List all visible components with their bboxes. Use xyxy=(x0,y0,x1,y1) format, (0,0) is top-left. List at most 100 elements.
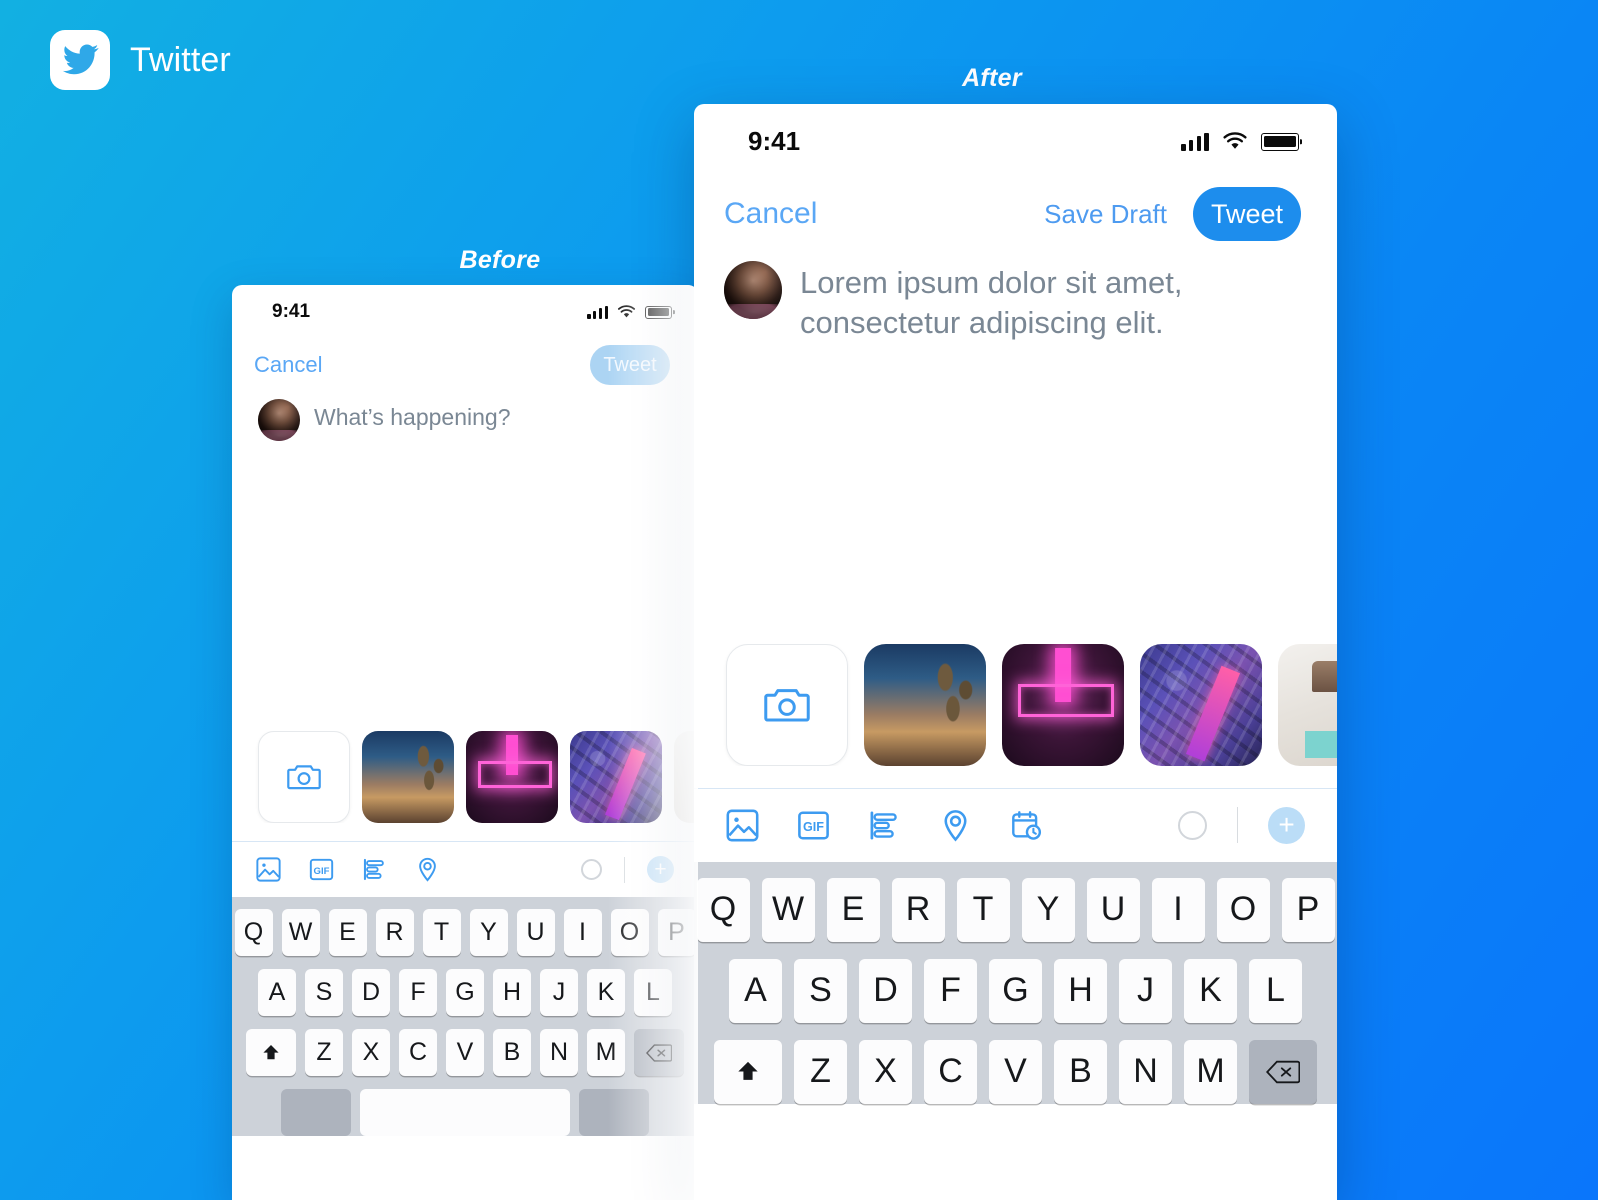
key[interactable]: D xyxy=(859,958,912,1023)
key[interactable]: N xyxy=(540,1029,578,1076)
add-tweet-button[interactable]: + xyxy=(1268,806,1305,844)
gif-icon[interactable]: GIF xyxy=(797,809,830,842)
phone-mockup-after: 9:41 Cancel Save Draft Tweet Lorem ipsum… xyxy=(694,104,1337,1200)
keyboard-row-4 xyxy=(232,1089,698,1136)
media-thumbnail[interactable] xyxy=(1278,643,1337,766)
media-thumbnail[interactable] xyxy=(1140,643,1262,766)
tweet-button[interactable]: Tweet xyxy=(1193,187,1301,241)
poll-icon[interactable] xyxy=(868,809,901,842)
location-icon[interactable] xyxy=(415,857,440,882)
key[interactable]: O xyxy=(1216,877,1270,942)
media-thumbnail[interactable] xyxy=(1002,643,1124,766)
key[interactable]: B xyxy=(1054,1039,1107,1104)
numeric-key[interactable] xyxy=(281,1089,351,1136)
media-thumbnail[interactable] xyxy=(466,731,558,823)
toolbar-icons: GIF xyxy=(256,857,440,882)
cancel-button[interactable]: Cancel xyxy=(724,197,817,231)
key[interactable]: Z xyxy=(794,1039,847,1104)
add-tweet-button[interactable]: + xyxy=(647,856,674,883)
shift-icon[interactable] xyxy=(714,1039,782,1104)
key[interactable]: A xyxy=(729,958,782,1023)
keyboard-row-2: A S D F G H J K L xyxy=(694,958,1337,1023)
backspace-icon[interactable] xyxy=(1249,1039,1317,1104)
key[interactable]: U xyxy=(1086,877,1140,942)
key[interactable]: Z xyxy=(305,1029,343,1076)
tweet-button[interactable]: Tweet xyxy=(590,345,670,385)
key[interactable]: V xyxy=(989,1039,1042,1104)
key[interactable]: R xyxy=(891,877,945,942)
compose-toolbar-before: GIF + xyxy=(232,841,698,897)
key[interactable]: K xyxy=(587,969,625,1016)
key[interactable]: G xyxy=(446,969,484,1016)
key[interactable]: B xyxy=(493,1029,531,1076)
key[interactable]: W xyxy=(281,909,320,956)
key[interactable]: M xyxy=(1184,1039,1237,1104)
key[interactable]: E xyxy=(826,877,880,942)
image-icon[interactable] xyxy=(256,857,281,882)
onscreen-keyboard-after[interactable]: Q W E R T Y U I O P A S D F G H J K L Z … xyxy=(694,861,1337,1104)
key[interactable]: U xyxy=(516,909,555,956)
key[interactable]: M xyxy=(587,1029,625,1076)
key[interactable]: P xyxy=(657,909,696,956)
spacebar-key[interactable] xyxy=(360,1089,570,1136)
phone-mockup-before: 9:41 Cancel Tweet What’s happening? GIF … xyxy=(232,285,698,1200)
onscreen-keyboard-before[interactable]: Q W E R T Y U I O P A S D F G H J K L Z … xyxy=(232,897,698,1136)
media-thumbnail[interactable] xyxy=(362,731,454,823)
key[interactable]: S xyxy=(794,958,847,1023)
key[interactable]: C xyxy=(399,1029,437,1076)
key[interactable]: P xyxy=(1281,877,1335,942)
compose-placeholder[interactable]: What’s happening? xyxy=(314,399,511,441)
camera-button[interactable] xyxy=(726,643,848,766)
key[interactable]: Q xyxy=(234,909,273,956)
key[interactable]: D xyxy=(352,969,390,1016)
key[interactable]: G xyxy=(989,958,1042,1023)
media-thumbnail[interactable] xyxy=(864,643,986,766)
shift-icon[interactable] xyxy=(246,1029,296,1076)
key[interactable]: X xyxy=(352,1029,390,1076)
media-strip-after[interactable] xyxy=(694,643,1337,766)
cancel-button[interactable]: Cancel xyxy=(254,352,322,378)
key[interactable]: J xyxy=(540,969,578,1016)
key[interactable]: N xyxy=(1119,1039,1172,1104)
key[interactable]: Q xyxy=(696,877,750,942)
schedule-icon[interactable] xyxy=(1010,809,1043,842)
key[interactable]: F xyxy=(924,958,977,1023)
key[interactable]: I xyxy=(1151,877,1205,942)
media-thumbnail[interactable] xyxy=(570,731,662,823)
key[interactable]: O xyxy=(610,909,649,956)
key[interactable]: T xyxy=(422,909,461,956)
page-canvas: Twitter Before After 9:41 Cancel Tweet W… xyxy=(0,0,1598,1200)
key[interactable]: L xyxy=(634,969,672,1016)
avatar xyxy=(724,261,782,319)
key[interactable]: T xyxy=(956,877,1010,942)
key[interactable]: L xyxy=(1249,958,1302,1023)
poll-icon[interactable] xyxy=(362,857,387,882)
key[interactable]: Y xyxy=(1021,877,1075,942)
camera-button[interactable] xyxy=(258,731,350,823)
key[interactable]: E xyxy=(328,909,367,956)
keyboard-row-2: A S D F G H J K L xyxy=(232,969,698,1016)
key[interactable]: S xyxy=(305,969,343,1016)
key[interactable]: C xyxy=(924,1039,977,1104)
return-key[interactable] xyxy=(579,1089,649,1136)
key[interactable]: F xyxy=(399,969,437,1016)
key[interactable]: A xyxy=(258,969,296,1016)
key[interactable]: V xyxy=(446,1029,484,1076)
location-icon[interactable] xyxy=(939,809,972,842)
key[interactable]: Y xyxy=(469,909,508,956)
key[interactable]: J xyxy=(1119,958,1172,1023)
key[interactable]: H xyxy=(493,969,531,1016)
key[interactable]: I xyxy=(563,909,602,956)
compose-text[interactable]: Lorem ipsum dolor sit amet, consectetur … xyxy=(800,261,1301,344)
key[interactable]: X xyxy=(859,1039,912,1104)
status-bar: 9:41 xyxy=(232,285,698,323)
key[interactable]: W xyxy=(761,877,815,942)
key[interactable]: K xyxy=(1184,958,1237,1023)
image-icon[interactable] xyxy=(726,809,759,842)
media-strip-before[interactable] xyxy=(232,731,698,823)
gif-icon[interactable]: GIF xyxy=(309,857,334,882)
save-draft-button[interactable]: Save Draft xyxy=(1044,199,1167,230)
key[interactable]: R xyxy=(375,909,414,956)
backspace-icon[interactable] xyxy=(634,1029,684,1076)
key[interactable]: H xyxy=(1054,958,1107,1023)
